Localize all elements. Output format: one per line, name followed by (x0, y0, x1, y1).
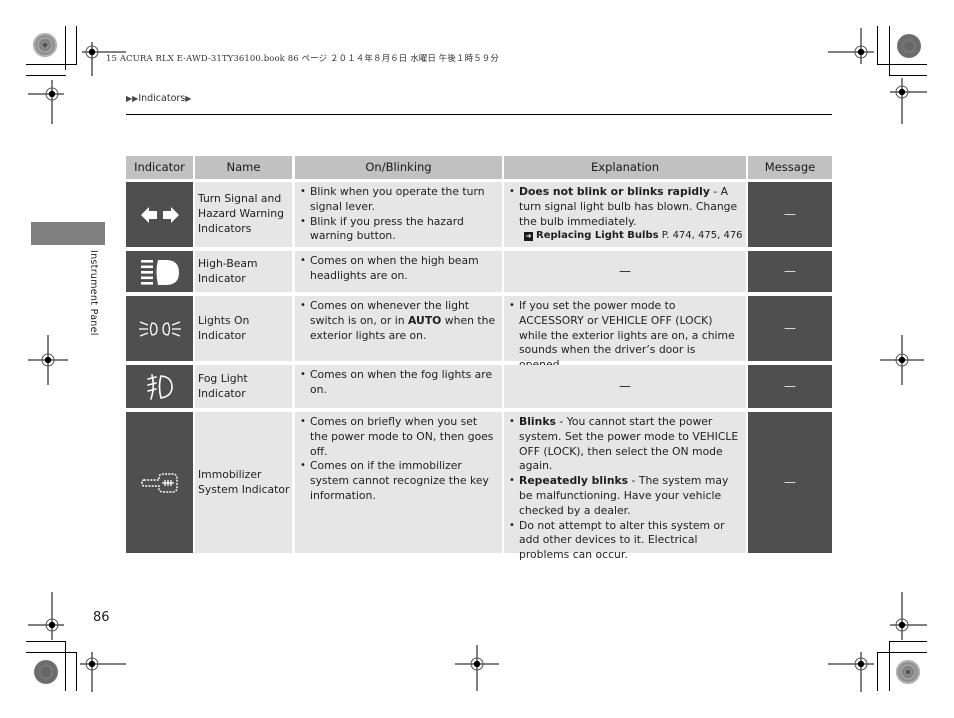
turn-signal-arrows-icon (140, 206, 179, 223)
explanation-cell: — (504, 365, 746, 408)
double-right-triangle-icon: ▶▶ (126, 94, 139, 103)
indicator-name: Fog Light Indicator (195, 365, 292, 408)
column-header: Name (195, 156, 292, 179)
indicator-name: Turn Signal and Hazard Warning Indicator… (195, 182, 292, 247)
registration-mark-icon (28, 592, 64, 640)
on-blinking-cell: Comes on briefly when you set the power … (295, 412, 502, 553)
bullet-item: Comes on briefly when you set the power … (299, 415, 498, 459)
crop-line (26, 64, 77, 65)
crop-line (889, 641, 927, 642)
crop-line (26, 652, 77, 653)
breadcrumb-item[interactable]: Indicators (138, 93, 185, 104)
bullet-item: Blinks - You cannot start the power syst… (508, 415, 742, 474)
fog-light-icon (146, 373, 173, 400)
crop-line (877, 652, 878, 691)
header-rule (126, 114, 832, 115)
print-job-header: 15 ACURA RLX E-AWD-31TY36100.book 86 ページ… (106, 54, 499, 64)
table-row: Turn Signal and Hazard Warning Indicator… (126, 182, 832, 247)
indicator-name: Lights On Indicator (195, 296, 292, 361)
column-header: On/Blinking (295, 156, 502, 179)
page-number: 86 (93, 610, 110, 625)
crop-line (76, 652, 77, 691)
crop-line (877, 64, 927, 65)
bullet-item: Repeatedly blinks - The system may be ma… (508, 474, 742, 518)
message-cell: — (748, 251, 832, 292)
cross-reference-link[interactable]: ➜ Replacing Light Bulbs P. 474, 475, 476 (508, 229, 743, 244)
table-header-row: Indicator Name On/Blinking Explanation M… (126, 156, 832, 179)
column-header: Indicator (126, 156, 193, 179)
crop-line (877, 652, 927, 653)
crop-line (26, 75, 66, 76)
table-row: Immobilizer System Indicator Comes on br… (126, 412, 832, 561)
indicator-cell (126, 251, 193, 292)
registration-mark-icon (880, 335, 924, 385)
indicator-cell (126, 365, 193, 408)
column-header: Explanation (504, 156, 746, 179)
registration-mark-icon (828, 28, 874, 64)
crop-line (889, 26, 890, 76)
color-bar-rosette-icon (33, 33, 57, 57)
crop-line (889, 75, 927, 76)
explanation-cell: Blinks - You cannot start the power syst… (504, 412, 746, 561)
bullet-item: Comes on when the fog lights are on. (299, 368, 498, 398)
chapter-label: Instrument Panel (88, 250, 99, 336)
indicator-name: Immobilizer System Indicator (195, 412, 292, 553)
immobilizer-key-icon (140, 472, 178, 493)
bullet-item: Blink when you operate the turn signal l… (299, 185, 498, 215)
message-cell: — (748, 182, 832, 247)
bullet-item: Do not attempt to alter this system or a… (508, 519, 742, 563)
color-bar-rosette-icon (896, 660, 920, 684)
message-cell: — (748, 412, 832, 553)
crop-line (65, 641, 66, 691)
crop-line (26, 641, 66, 642)
crop-line (76, 26, 77, 65)
chapter-tab (31, 222, 105, 245)
registration-mark-icon (455, 645, 499, 691)
on-blinking-cell: Comes on when the fog lights are on. (295, 365, 502, 408)
bullet-item: If you set the power mode to ACCESSORY o… (508, 299, 742, 373)
registration-mark-icon (890, 592, 927, 640)
bullet-item: Comes on if the immobilizer system canno… (299, 459, 498, 503)
message-cell: — (748, 365, 832, 408)
indicator-cell (126, 412, 193, 553)
lights-on-icon (138, 320, 181, 337)
table-row: High-Beam Indicator Comes on when the hi… (126, 251, 832, 292)
table-row: Fog Light Indicator Comes on when the fo… (126, 365, 832, 408)
indicator-cell (126, 296, 193, 361)
column-header: Message (748, 156, 832, 179)
registration-mark-icon (828, 652, 874, 692)
table-row: Lights On Indicator Comes on whenever th… (126, 296, 832, 371)
registration-mark-icon (28, 335, 68, 385)
explanation-cell: Does not blink or blinks rapidly - A tur… (504, 182, 746, 247)
bullet-item: Comes on when the high beam headlights a… (299, 254, 498, 284)
indicator-name: High-Beam Indicator (195, 251, 292, 292)
registration-mark-icon (890, 78, 927, 124)
crop-line (877, 26, 878, 65)
cross-reference-arrow-icon: ➜ (524, 232, 533, 242)
registration-mark-icon (80, 652, 126, 692)
crop-line (889, 641, 890, 691)
message-cell: — (748, 296, 832, 361)
right-triangle-icon: ▶ (185, 94, 192, 103)
indicator-cell (126, 182, 193, 247)
on-blinking-cell: Blink when you operate the turn signal l… (295, 182, 502, 247)
bullet-item: Comes on whenever the light switch is on… (299, 299, 498, 343)
on-blinking-cell: Comes on whenever the light switch is on… (295, 296, 502, 361)
explanation-cell: If you set the power mode to ACCESSORY o… (504, 296, 746, 371)
bullet-item: Blink if you press the hazard warning bu… (299, 215, 498, 245)
registration-mark-icon (28, 80, 64, 124)
on-blinking-cell: Comes on when the high beam headlights a… (295, 251, 502, 292)
color-bar-rosette-icon (897, 34, 921, 58)
bullet-item: Does not blink or blinks rapidly - A tur… (508, 185, 742, 229)
explanation-cell: — (504, 251, 746, 292)
color-bar-rosette-icon (34, 660, 58, 684)
breadcrumb: ▶▶Indicators▶ (126, 93, 191, 104)
high-beam-icon (140, 259, 179, 285)
